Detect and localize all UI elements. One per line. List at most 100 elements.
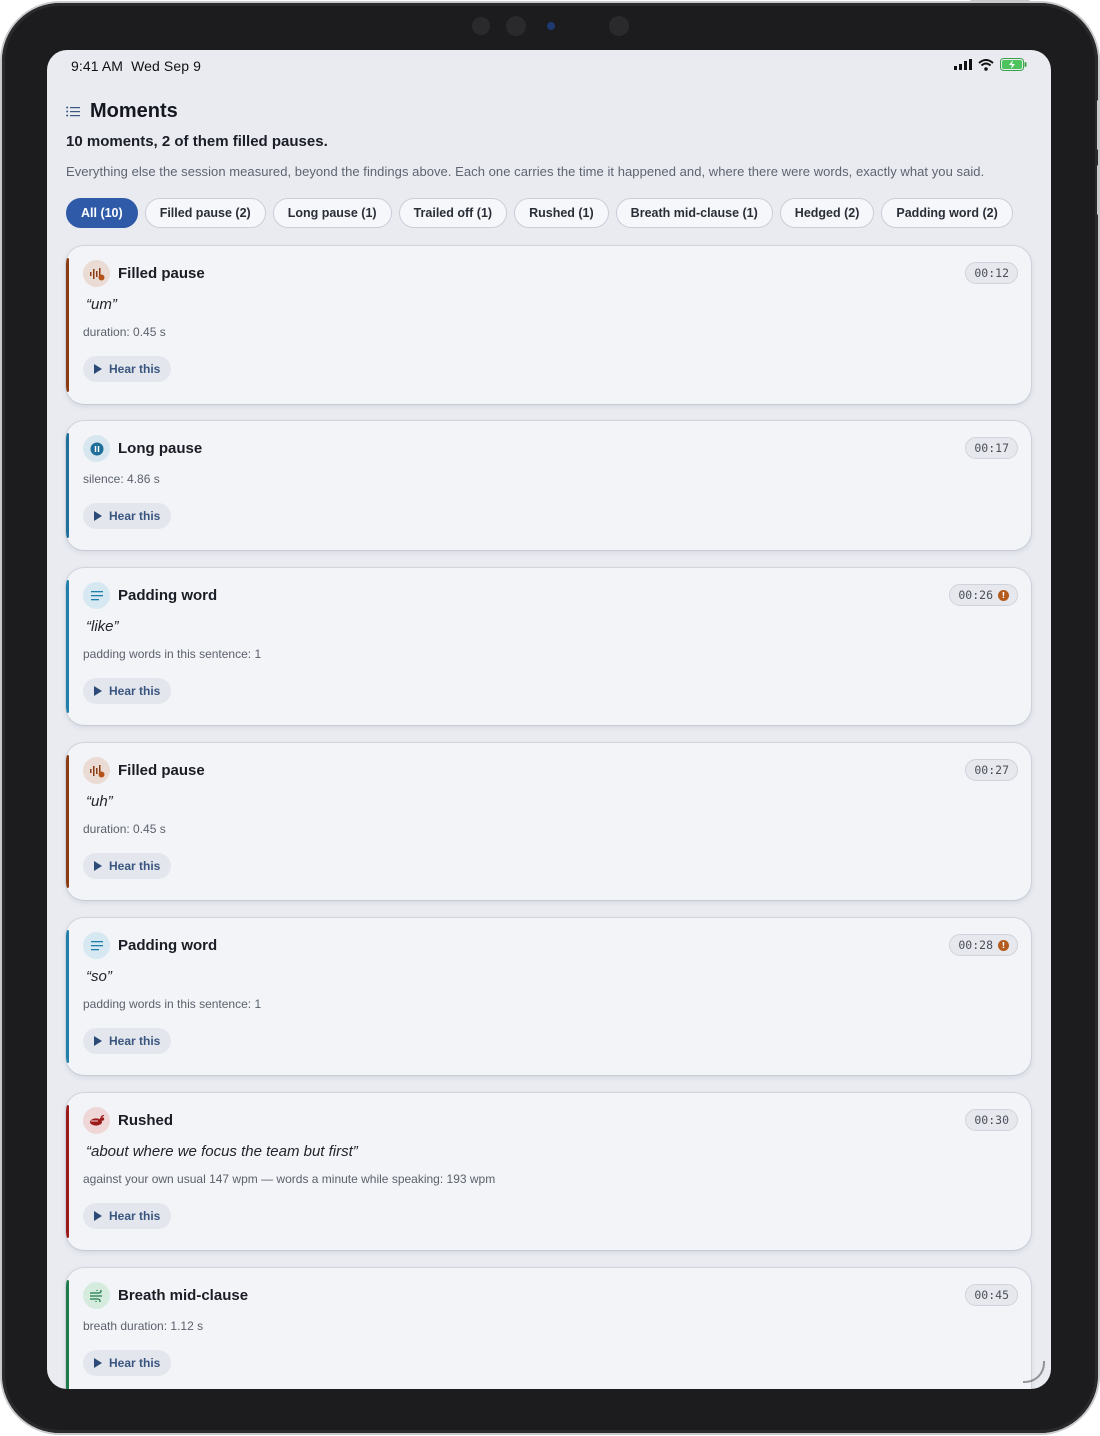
sensor — [472, 17, 490, 35]
timestamp-badge[interactable]: 00:12 — [965, 262, 1018, 284]
moment-title: Filled pause — [118, 265, 205, 282]
moment-meta: padding words in this sentence: 1 — [83, 647, 262, 661]
play-icon — [94, 364, 102, 374]
moment-title: Padding word — [118, 937, 218, 954]
filter-long-pause[interactable]: Long pause (1) — [272, 198, 392, 228]
status-bar: 9:41 AM Wed Sep 9 — [47, 50, 1051, 82]
filter-filled-pause[interactable]: Filled pause (2) — [144, 198, 266, 228]
hear-this-button[interactable]: Hear this — [83, 1350, 172, 1376]
category-bar — [66, 1105, 69, 1238]
play-icon — [94, 861, 102, 871]
warning-icon: ! — [998, 589, 1009, 601]
play-icon — [94, 1211, 102, 1221]
list-icon[interactable] — [66, 106, 80, 117]
moment-meta: against your own usual 147 wpm — words a… — [83, 1172, 496, 1186]
timestamp: 00:17 — [974, 441, 1009, 455]
moment-meta: duration: 0.45 s — [83, 325, 166, 339]
waveform-icon — [83, 757, 110, 784]
filter-padding-word[interactable]: Padding word (2) — [881, 198, 1013, 228]
lines-icon — [83, 932, 110, 959]
date: Wed Sep 9 — [131, 58, 201, 74]
filter-hedged[interactable]: Hedged (2) — [779, 198, 875, 228]
timestamp-badge[interactable]: 00:45 — [965, 1284, 1018, 1306]
wind-icon — [83, 1282, 110, 1309]
play-icon — [94, 511, 102, 521]
timestamp: 00:30 — [974, 1113, 1009, 1127]
moment-card: Padding word 00:28! “so” padding words i… — [66, 918, 1031, 1075]
moment-card: Breath mid-clause 00:45 breath duration:… — [66, 1268, 1031, 1389]
page-title: Moments — [90, 100, 178, 122]
hear-this-button[interactable]: Hear this — [83, 1028, 172, 1054]
moment-card: Filled pause 00:27 “uh” duration: 0.45 s… — [66, 743, 1031, 900]
scroll-corner-indicator — [1023, 1361, 1045, 1383]
moment-quote: “so” — [86, 968, 112, 985]
filter-trailed-off[interactable]: Trailed off (1) — [398, 198, 508, 228]
pause-icon — [83, 435, 110, 462]
category-bar — [66, 433, 69, 538]
moment-title: Rushed — [118, 1112, 174, 1129]
moment-card: Filled pause 00:12 “um” duration: 0.45 s… — [66, 246, 1031, 404]
page-header: Moments 10 moments, 2 of them filled pau… — [66, 100, 1036, 179]
filter-chips: All (10) Filled pause (2) Long pause (1)… — [66, 198, 1013, 228]
status-icons — [954, 58, 1027, 71]
timestamp: 00:27 — [974, 763, 1009, 777]
hear-this-button[interactable]: Hear this — [83, 1203, 172, 1229]
waveform-icon — [83, 260, 110, 287]
hear-this-button[interactable]: Hear this — [83, 853, 172, 879]
rabbit-icon — [83, 1107, 110, 1134]
play-icon — [94, 1036, 102, 1046]
screen: 9:41 AM Wed Sep 9 Moments 10 moments, 2 … — [47, 50, 1051, 1389]
moment-meta: breath duration: 1.12 s — [83, 1319, 204, 1333]
moment-card: Long pause 00:17 silence: 4.86 s Hear th… — [66, 421, 1031, 550]
hear-label: Hear this — [109, 1356, 161, 1370]
timestamp: 00:45 — [974, 1288, 1009, 1302]
hear-label: Hear this — [109, 1034, 161, 1048]
timestamp-badge[interactable]: 00:26! — [949, 584, 1018, 606]
moment-quote: “about where we focus the team but first… — [86, 1143, 358, 1160]
timestamp: 00:12 — [974, 266, 1009, 280]
warning-icon: ! — [998, 939, 1009, 951]
status-time: 9:41 AM Wed Sep 9 — [71, 58, 201, 74]
moment-card: Padding word 00:26! “like” padding words… — [66, 568, 1031, 725]
hear-label: Hear this — [109, 362, 161, 376]
timestamp: 00:26 — [958, 588, 993, 602]
top-button — [970, 0, 1030, 3]
filter-rushed[interactable]: Rushed (1) — [514, 198, 609, 228]
timestamp: 00:28 — [958, 938, 993, 952]
moment-meta: silence: 4.86 s — [83, 472, 160, 486]
timestamp-badge[interactable]: 00:28! — [949, 934, 1018, 956]
moment-meta: padding words in this sentence: 1 — [83, 997, 262, 1011]
moment-quote: “like” — [86, 618, 119, 635]
front-camera — [506, 16, 526, 36]
category-bar — [66, 1280, 69, 1389]
timestamp-badge[interactable]: 00:27 — [965, 759, 1018, 781]
hear-label: Hear this — [109, 509, 161, 523]
hear-this-button[interactable]: Hear this — [83, 356, 172, 382]
moments-summary: 10 moments, 2 of them filled pauses. — [66, 133, 328, 150]
page-description: Everything else the session measured, be… — [66, 164, 985, 179]
hear-label: Hear this — [109, 859, 161, 873]
camera-indicator — [547, 22, 555, 30]
category-bar — [66, 930, 69, 1063]
play-icon — [94, 686, 102, 696]
filter-breath-mid-clause[interactable]: Breath mid-clause (1) — [615, 198, 773, 228]
battery-icon — [1000, 58, 1027, 71]
timestamp-badge[interactable]: 00:30 — [965, 1109, 1018, 1131]
category-bar — [66, 580, 69, 713]
moment-quote: “um” — [86, 296, 117, 313]
moment-title: Filled pause — [118, 762, 205, 779]
hear-label: Hear this — [109, 1209, 161, 1223]
moment-card: Rushed 00:30 “about where we focus the t… — [66, 1093, 1031, 1250]
lines-icon — [83, 582, 110, 609]
play-icon — [94, 1358, 102, 1368]
hear-this-button[interactable]: Hear this — [83, 503, 172, 529]
filter-all[interactable]: All (10) — [66, 198, 138, 228]
signal-icon — [954, 59, 972, 70]
category-bar — [66, 755, 69, 888]
moment-quote: “uh” — [86, 793, 113, 810]
moment-title: Long pause — [118, 440, 203, 457]
timestamp-badge[interactable]: 00:17 — [965, 437, 1018, 459]
hear-label: Hear this — [109, 684, 161, 698]
hear-this-button[interactable]: Hear this — [83, 678, 172, 704]
category-bar — [66, 258, 69, 392]
